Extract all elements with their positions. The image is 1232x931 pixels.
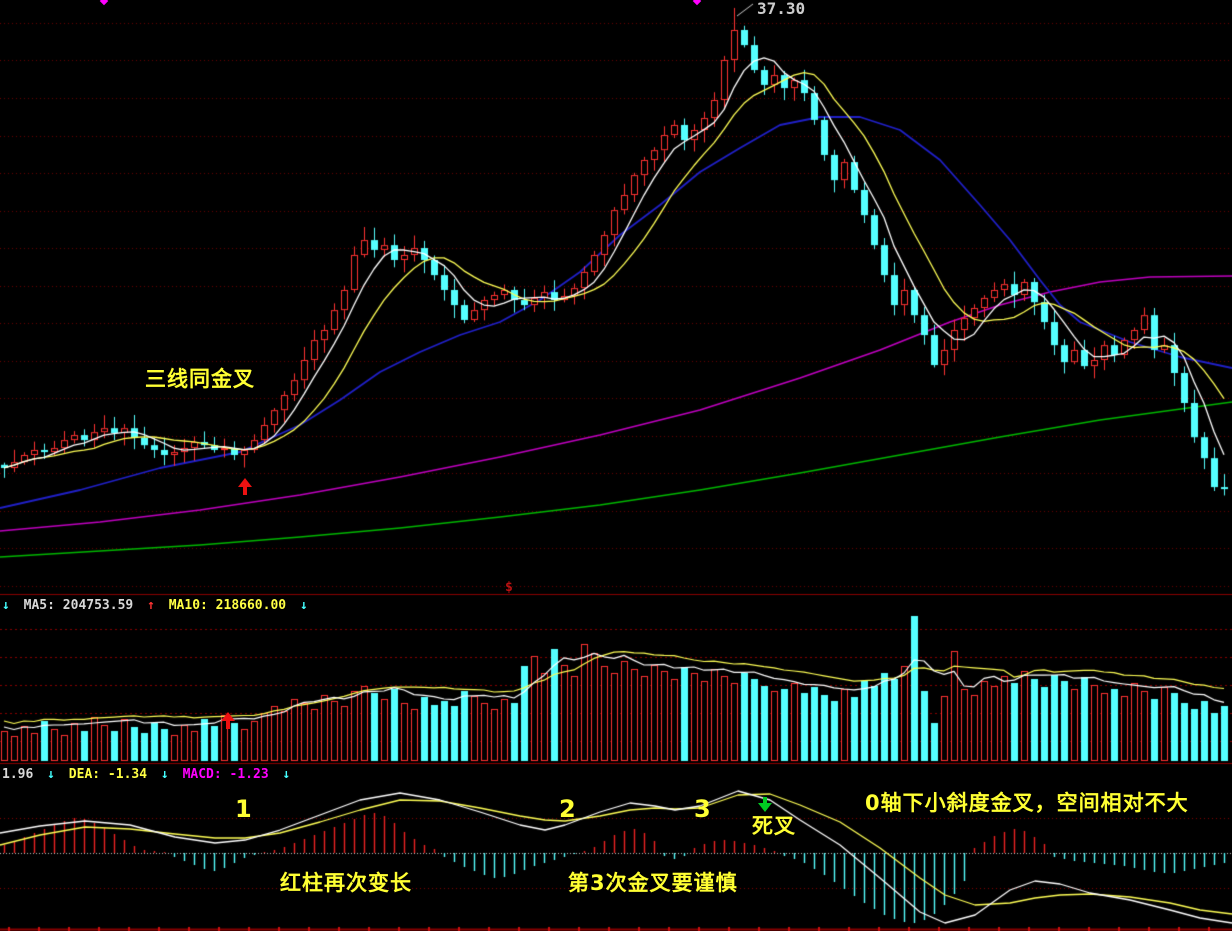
dif-arrow-icon: ↓ xyxy=(47,767,55,782)
vol-ma10-arrow-icon: ↓ xyxy=(300,598,308,613)
three-line-golden-cross-note: 三线同金叉 xyxy=(145,369,255,390)
golden-cross-2-label: 2 xyxy=(559,797,576,821)
macd-value-label: MACD: -1.23 xyxy=(183,767,269,782)
vol-ma5-label: MA5: 204753.59 xyxy=(24,598,134,613)
death-cross-note: 死叉 xyxy=(752,816,796,837)
golden-cross-3-label: 3 xyxy=(694,797,711,821)
dea-arrow-icon: ↓ xyxy=(161,767,169,782)
dif-value-label: 1.96 xyxy=(2,767,33,782)
volume-up-arrow-icon xyxy=(221,712,235,721)
vol-ma10-label: MA10: 218660.00 xyxy=(169,598,286,613)
dea-value-label: DEA: -1.34 xyxy=(69,767,147,782)
dollar-marker: $ xyxy=(505,581,513,594)
macd-arrow-icon: ↓ xyxy=(282,767,290,782)
buy-signal-up-arrow-icon xyxy=(238,478,252,487)
peak-price-label: 37.30 xyxy=(757,1,805,17)
red-bars-longer-note: 红柱再次变长 xyxy=(280,873,412,894)
third-golden-cross-caution-note: 第3次金叉要谨慎 xyxy=(568,873,738,894)
volume-ma-labels: ↓ MA5: 204753.59 ↑ MA10: 218660.00 ↓ xyxy=(2,599,314,612)
zero-axis-cross-note: 0轴下小斜度金叉，空间相对不大 xyxy=(865,793,1189,814)
golden-cross-1-label: 1 xyxy=(235,797,252,821)
vol-ma5-arrow-icon: ↑ xyxy=(147,598,155,613)
stock-chart-app: 37.30 三线同金叉 $ ↓ MA5: 204753.59 ↑ MA10: 2… xyxy=(0,0,1232,931)
death-cross-down-arrow-icon xyxy=(758,803,772,812)
macd-indicator-labels: 1.96 ↓ DEA: -1.34 ↓ MACD: -1.23 ↓ xyxy=(2,768,296,781)
vol-arrow-icon: ↓ xyxy=(2,598,10,613)
